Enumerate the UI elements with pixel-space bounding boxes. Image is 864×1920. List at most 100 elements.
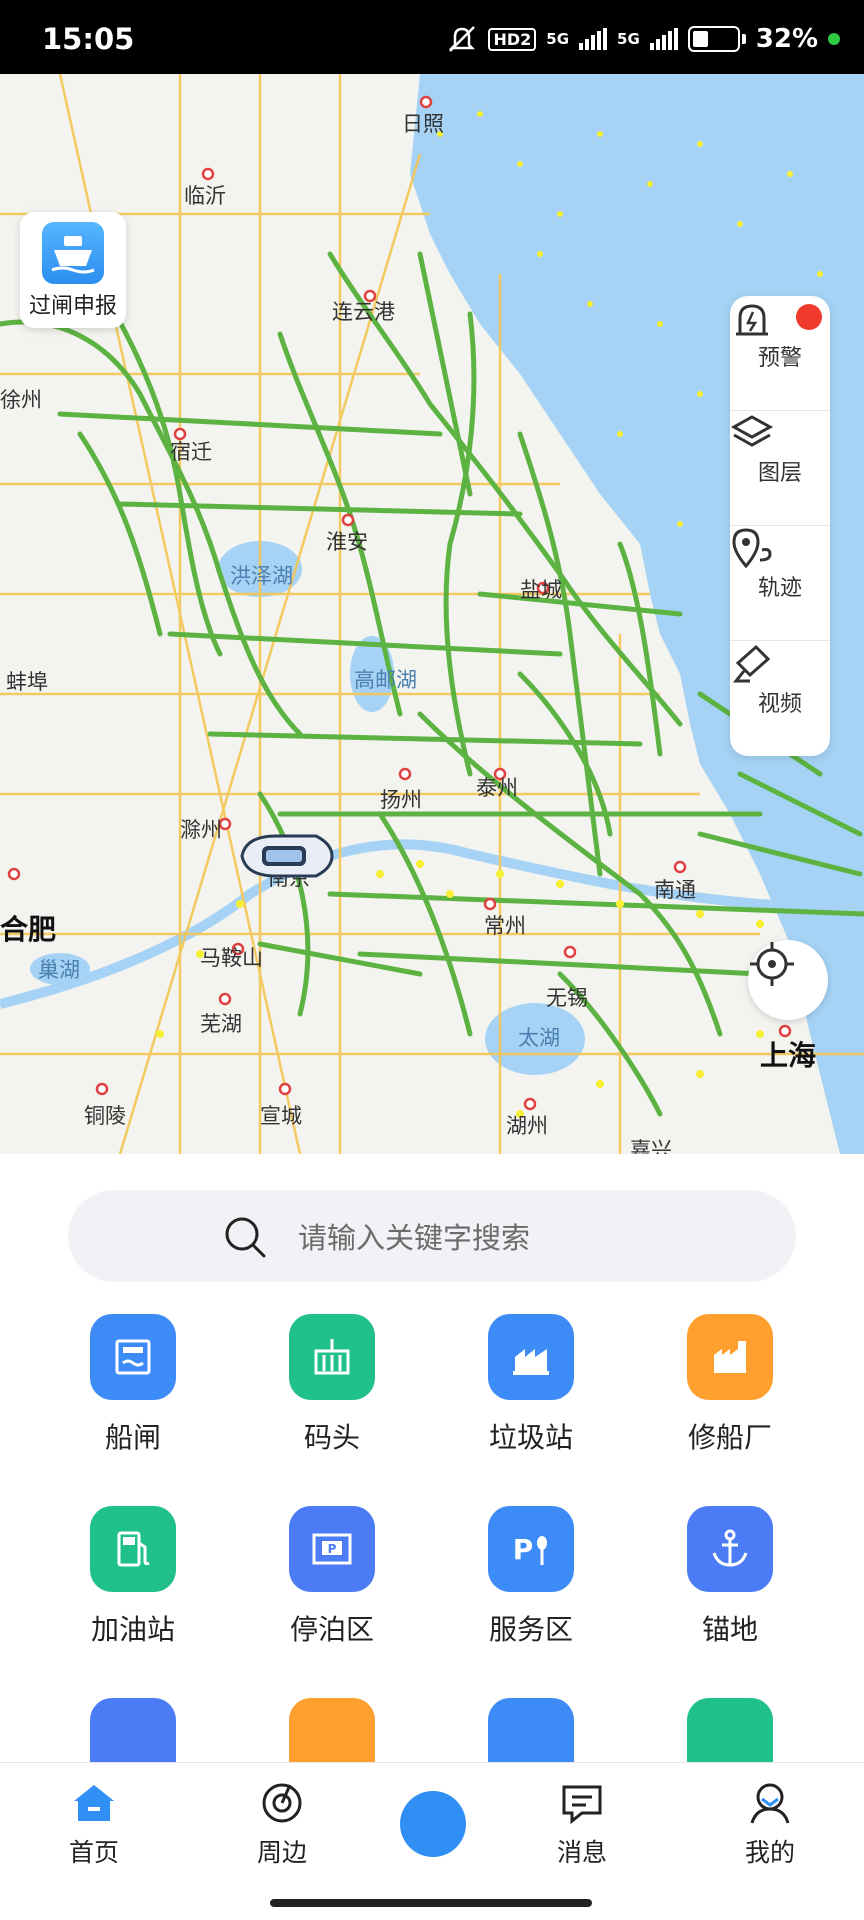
city-label: 宿迁 xyxy=(170,440,212,464)
tab-nearby[interactable]: 周边 xyxy=(222,1781,342,1869)
city-label: 临沂 xyxy=(184,184,226,208)
tab-home[interactable]: 首页 xyxy=(34,1781,154,1869)
gate-declaration-label: 过闸申报 xyxy=(28,294,117,319)
city-label: 滁州 xyxy=(180,818,222,842)
grid-item-garbage-station[interactable]: 垃圾站 xyxy=(451,1314,611,1456)
city-label: 日照 xyxy=(402,112,444,136)
video-label: 视频 xyxy=(757,691,802,717)
network-5g-1: 5G xyxy=(546,30,570,48)
map-view[interactable]: 日照 临沂 连云港 徐州 宿迁 淮安 盐城 洪泽湖 高邮湖 蚌埠 滁州 扬州 泰… xyxy=(0,74,864,1154)
search-placeholder: 请输入关键字搜索 xyxy=(298,1221,531,1255)
anchor-icon xyxy=(687,1506,773,1592)
city-label: 宣城 xyxy=(260,1104,302,1128)
ship-marker-icon[interactable] xyxy=(236,830,336,886)
video-camera-icon xyxy=(732,644,771,683)
grid-label: 锚地 xyxy=(701,1613,758,1646)
bottom-tab-bar: 首页 周边 消息 我的 xyxy=(0,1762,864,1920)
alert-button[interactable]: 预警 xyxy=(730,296,830,411)
city-label: 蚌埠 xyxy=(6,670,48,694)
battery-icon xyxy=(687,26,740,52)
locate-button[interactable] xyxy=(748,940,828,1020)
search-bar[interactable]: 请输入关键字搜索 xyxy=(68,1190,796,1282)
svg-text:P: P xyxy=(328,1542,337,1556)
tab-label: 我的 xyxy=(744,1838,795,1867)
grid-label: 加油站 xyxy=(90,1613,175,1646)
message-icon xyxy=(562,1785,602,1825)
grid-item-service-area[interactable]: P 服务区 xyxy=(451,1506,611,1648)
ship-icon xyxy=(42,222,104,284)
tab-label: 首页 xyxy=(68,1838,119,1867)
shipyard-icon xyxy=(687,1314,773,1400)
grid-item-dock[interactable]: 码头 xyxy=(252,1314,412,1456)
city-label: 淮安 xyxy=(326,530,368,554)
alert-label: 预警 xyxy=(757,346,802,371)
status-time: 15:05 xyxy=(42,22,135,56)
tab-label: 周边 xyxy=(256,1838,307,1867)
video-button[interactable]: 视频 xyxy=(730,641,830,756)
city-label: 常州 xyxy=(484,914,526,938)
compass-icon xyxy=(420,1811,446,1837)
home-indicator xyxy=(270,1899,592,1907)
gate-declaration-card[interactable]: 过闸申报 xyxy=(20,212,126,328)
battery-percent: 32% xyxy=(755,24,818,54)
city-label: 扬州 xyxy=(380,788,422,812)
track-label: 轨迹 xyxy=(757,576,802,601)
layers-button[interactable]: 图层 xyxy=(730,411,830,526)
city-label: 泰州 xyxy=(476,776,518,800)
city-label: 盐城 xyxy=(520,578,562,602)
city-label: 合肥 xyxy=(0,913,57,946)
tab-profile[interactable]: 我的 xyxy=(710,1781,830,1869)
garbage-station-icon xyxy=(488,1314,574,1400)
grid-label: 码头 xyxy=(303,1421,360,1454)
parking-area-icon: P xyxy=(289,1506,375,1592)
layers-icon xyxy=(730,415,774,447)
home-icon xyxy=(74,1785,114,1821)
city-label: 南通 xyxy=(654,878,696,902)
city-label: 马鞍山 xyxy=(200,946,263,970)
service-area-icon: P xyxy=(488,1506,574,1592)
lake-label: 高邮湖 xyxy=(354,668,417,692)
city-label: 连云港 xyxy=(332,300,395,324)
tab-messages[interactable]: 消息 xyxy=(522,1781,642,1869)
track-button[interactable]: 轨迹 xyxy=(730,526,830,641)
grid-label: 修船厂 xyxy=(687,1421,772,1454)
search-icon xyxy=(225,1217,266,1258)
fuel-station-icon xyxy=(90,1506,176,1592)
hd-badge: HD2 xyxy=(488,27,537,51)
grid-item-fuel-station[interactable]: 加油站 xyxy=(53,1506,213,1648)
city-label: 铜陵 xyxy=(84,1104,126,1128)
grid-item-parking-area[interactable]: P 停泊区 xyxy=(252,1506,412,1648)
dock-icon xyxy=(289,1314,375,1400)
map-tools-panel: 预警 图层 轨迹 视频 xyxy=(730,296,830,756)
grid-label: 垃圾站 xyxy=(488,1421,573,1454)
tab-label: 消息 xyxy=(556,1838,607,1867)
radar-icon xyxy=(262,1783,302,1823)
privacy-indicator xyxy=(828,33,840,45)
city-label: 无锡 xyxy=(546,986,588,1010)
city-label: 嘉兴 xyxy=(630,1138,672,1154)
alert-badge xyxy=(796,304,822,330)
layers-label: 图层 xyxy=(757,461,802,486)
network-5g-2: 5G xyxy=(617,30,640,48)
grid-item-anchorage[interactable]: 锚地 xyxy=(650,1506,810,1648)
signal-icon xyxy=(579,28,608,50)
grid-label: 服务区 xyxy=(488,1613,573,1646)
grid-item-shipyard[interactable]: 修船厂 xyxy=(650,1314,810,1456)
grid-item-ship-lock[interactable]: 船闸 xyxy=(53,1314,213,1456)
city-label: 上海 xyxy=(760,1039,817,1072)
svg-text:P: P xyxy=(513,1533,534,1566)
grid-label: 停泊区 xyxy=(289,1613,374,1646)
alarm-siren-icon xyxy=(736,304,768,336)
lake-label: 洪泽湖 xyxy=(230,564,293,588)
ship-lock-icon xyxy=(90,1314,176,1400)
status-icons: HD2 5G 5G 32% xyxy=(446,24,840,54)
city-label: 徐州 xyxy=(0,388,42,412)
profile-icon xyxy=(750,1783,790,1824)
locate-crosshair-icon xyxy=(750,942,794,986)
grid-label: 船闸 xyxy=(104,1421,161,1454)
city-label: 湖州 xyxy=(506,1114,548,1138)
lake-label: 巢湖 xyxy=(38,958,80,982)
status-bar: 15:05 HD2 5G 5G 32% xyxy=(0,0,864,74)
compass-button[interactable] xyxy=(400,1791,466,1857)
track-pin-icon xyxy=(732,528,772,569)
